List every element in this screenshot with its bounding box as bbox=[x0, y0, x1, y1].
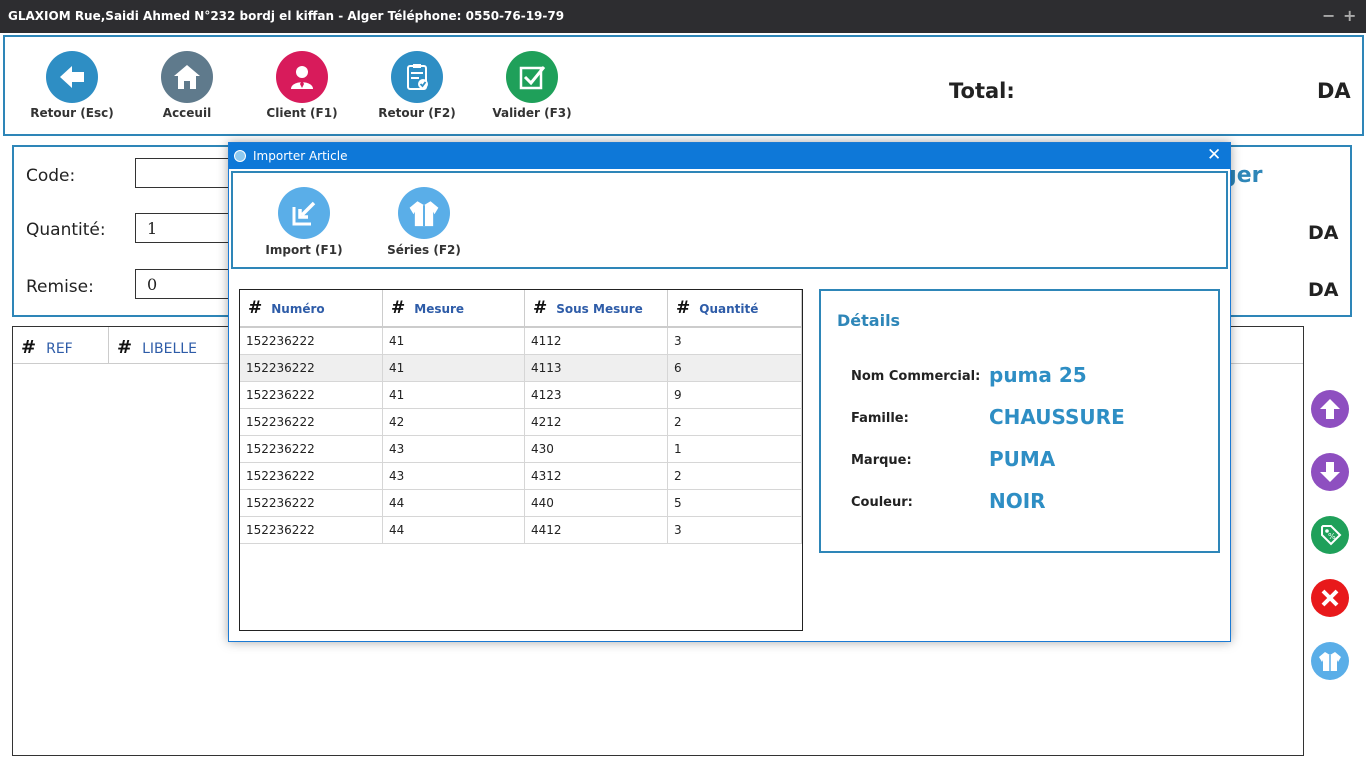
retour-f2-button[interactable]: Retour (F2) bbox=[362, 51, 472, 120]
jacket-icon bbox=[1319, 652, 1341, 671]
clipboard-check-icon bbox=[391, 51, 443, 103]
quantite-label: Quantité: bbox=[26, 220, 106, 240]
client-f1-button[interactable]: Client (F1) bbox=[247, 51, 357, 120]
client-f1-label: Client (F1) bbox=[266, 106, 338, 120]
checkbox-icon bbox=[506, 51, 558, 103]
dialog-titlebar: Importer Article ✕ bbox=[229, 143, 1230, 169]
table-row[interactable]: 152236222 41 4123 9 bbox=[240, 381, 802, 409]
move-down-button[interactable] bbox=[1311, 453, 1349, 491]
column-header-libelle[interactable]: # LIBELLE bbox=[117, 337, 197, 358]
table-row[interactable]: 152236222 42 4212 2 bbox=[240, 408, 802, 436]
user-icon bbox=[276, 51, 328, 103]
code-label: Code: bbox=[26, 166, 76, 186]
dialog-close-button[interactable]: ✕ bbox=[1207, 145, 1221, 165]
currency-label: DA bbox=[1308, 279, 1339, 301]
accueil-button[interactable]: Acceuil bbox=[132, 51, 242, 120]
maximize-button[interactable]: + bbox=[1343, 6, 1356, 25]
column-header-label: REF bbox=[46, 341, 73, 357]
valider-f3-button[interactable]: Valider (F3) bbox=[477, 51, 587, 120]
close-icon bbox=[1321, 589, 1339, 607]
app-icon bbox=[234, 150, 246, 162]
currency-label: DA bbox=[1308, 222, 1339, 244]
column-separator bbox=[108, 327, 109, 363]
column-header-sous-mesure[interactable]: # Sous Mesure bbox=[524, 290, 668, 328]
couleur-label: Couleur: bbox=[851, 495, 913, 510]
import-icon bbox=[278, 187, 330, 239]
series-f2-button[interactable]: Séries (F2) bbox=[374, 187, 474, 257]
window-titlebar: GLAXIOM Rue,Saidi Ahmed N°232 bordj el k… bbox=[0, 0, 1366, 33]
valider-f3-label: Valider (F3) bbox=[492, 106, 572, 120]
couleur-value: NOIR bbox=[989, 489, 1046, 513]
import-article-dialog: Importer Article ✕ Import (F1) Séries (F… bbox=[228, 142, 1231, 642]
import-f1-button[interactable]: Import (F1) bbox=[254, 187, 354, 257]
column-header-quantite[interactable]: # Quantité bbox=[667, 290, 802, 328]
retour-esc-label: Retour (Esc) bbox=[30, 106, 114, 120]
column-header-numero[interactable]: # Numéro bbox=[240, 290, 383, 328]
import-f1-label: Import (F1) bbox=[265, 243, 343, 257]
dialog-title: Importer Article bbox=[253, 149, 348, 163]
retour-f2-label: Retour (F2) bbox=[378, 106, 456, 120]
table-row[interactable]: 152236222 43 430 1 bbox=[240, 435, 802, 463]
nom-commercial-label: Nom Commercial: bbox=[851, 369, 981, 384]
discount-button[interactable]: % bbox=[1311, 516, 1349, 554]
series-f2-label: Séries (F2) bbox=[387, 243, 461, 257]
series-button[interactable] bbox=[1311, 642, 1349, 680]
table-row[interactable]: 152236222 44 440 5 bbox=[240, 489, 802, 517]
move-up-button[interactable] bbox=[1311, 390, 1349, 428]
main-toolbar: Retour (Esc) Acceuil Client (F1) Retour … bbox=[3, 35, 1364, 136]
table-row[interactable]: 152236222 41 4112 3 bbox=[240, 327, 802, 355]
series-grid: # Numéro # Mesure # Sous Mesure # Quantité 1… bbox=[239, 289, 803, 631]
column-header-ref[interactable]: # REF bbox=[21, 337, 73, 358]
window-title: GLAXIOM Rue,Saidi Ahmed N°232 bordj el k… bbox=[8, 9, 565, 23]
arrow-up-icon bbox=[1320, 399, 1340, 419]
svg-text:%: % bbox=[1328, 532, 1336, 541]
famille-value: CHAUSSURE bbox=[989, 405, 1125, 429]
column-header-mesure[interactable]: # Mesure bbox=[382, 290, 525, 328]
details-panel: Détails Nom Commercial: puma 25 Famille:… bbox=[819, 289, 1220, 553]
famille-label: Famille: bbox=[851, 411, 909, 426]
column-header-label: LIBELLE bbox=[142, 341, 197, 357]
table-row[interactable]: 152236222 41 4113 6 bbox=[240, 354, 802, 382]
arrow-left-icon bbox=[46, 51, 98, 103]
arrow-down-icon bbox=[1320, 462, 1340, 482]
delete-button[interactable] bbox=[1311, 579, 1349, 617]
table-row[interactable]: 152236222 43 4312 2 bbox=[240, 462, 802, 490]
marque-value: PUMA bbox=[989, 447, 1056, 471]
dialog-toolbar: Import (F1) Séries (F2) bbox=[231, 171, 1228, 269]
price-tag-icon: % bbox=[1321, 525, 1342, 546]
remise-label: Remise: bbox=[26, 277, 94, 297]
accueil-label: Acceuil bbox=[162, 106, 212, 120]
total-currency: DA bbox=[1317, 79, 1351, 103]
details-title: Détails bbox=[837, 311, 901, 330]
home-icon bbox=[161, 51, 213, 103]
jacket-icon bbox=[398, 187, 450, 239]
marque-label: Marque: bbox=[851, 453, 912, 468]
total-label: Total: bbox=[949, 79, 1015, 103]
minimize-button[interactable]: − bbox=[1322, 6, 1335, 25]
table-row[interactable]: 152236222 44 4412 3 bbox=[240, 516, 802, 544]
nom-commercial-value: puma 25 bbox=[989, 363, 1087, 387]
retour-esc-button[interactable]: Retour (Esc) bbox=[17, 51, 127, 120]
